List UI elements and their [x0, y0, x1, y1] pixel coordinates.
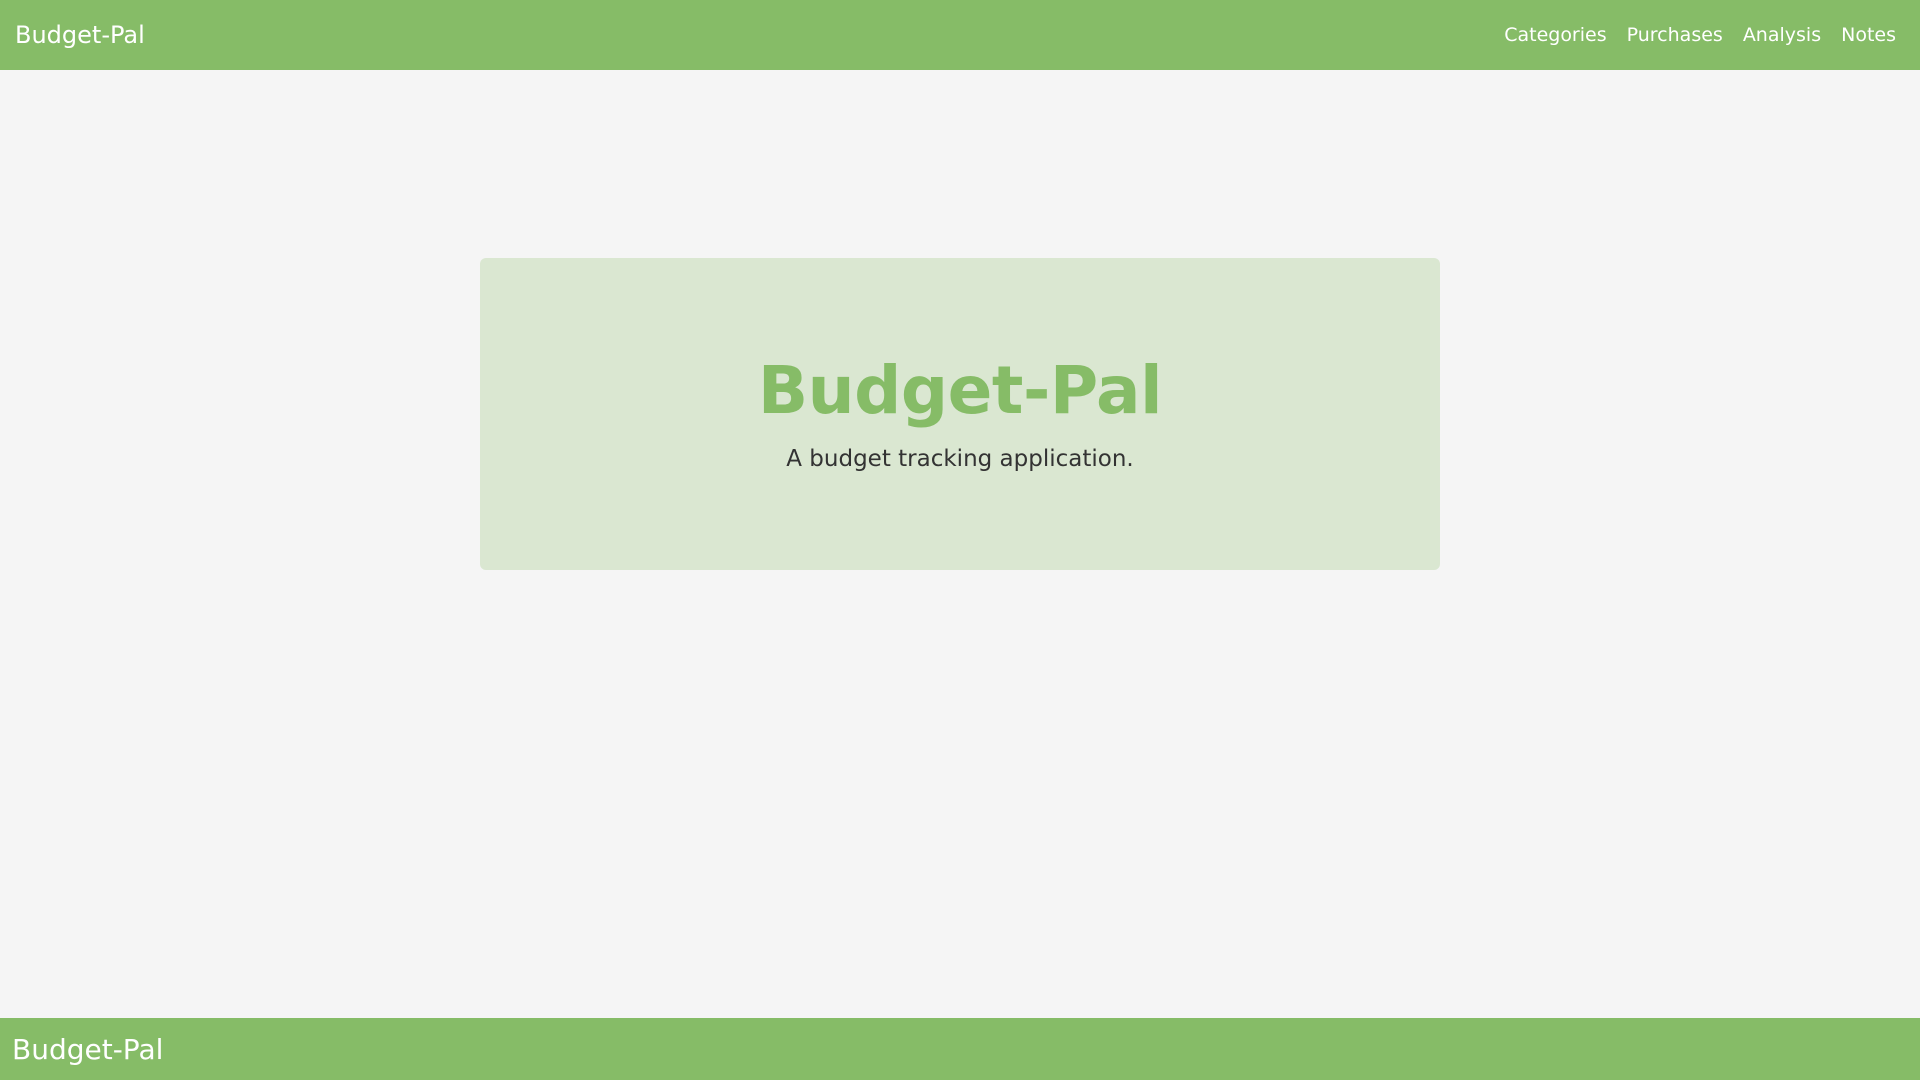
hero-subtitle: A budget tracking application. [786, 446, 1134, 472]
hero-title: Budget-Pal [757, 352, 1163, 429]
footer-brand: Budget-Pal [12, 1032, 164, 1066]
nav-link-purchases[interactable]: Purchases [1627, 24, 1723, 46]
top-navbar: Budget-Pal Categories Purchases Analysis… [0, 0, 1920, 70]
nav-links: Categories Purchases Analysis Notes [1504, 24, 1896, 46]
hero-jumbotron: Budget-Pal A budget tracking application… [480, 258, 1440, 570]
page-footer: Budget-Pal [0, 1018, 1920, 1080]
navbar-brand-link[interactable]: Budget-Pal [15, 21, 145, 49]
nav-link-notes[interactable]: Notes [1841, 24, 1896, 46]
nav-link-categories[interactable]: Categories [1504, 24, 1606, 46]
nav-link-analysis[interactable]: Analysis [1743, 24, 1821, 46]
